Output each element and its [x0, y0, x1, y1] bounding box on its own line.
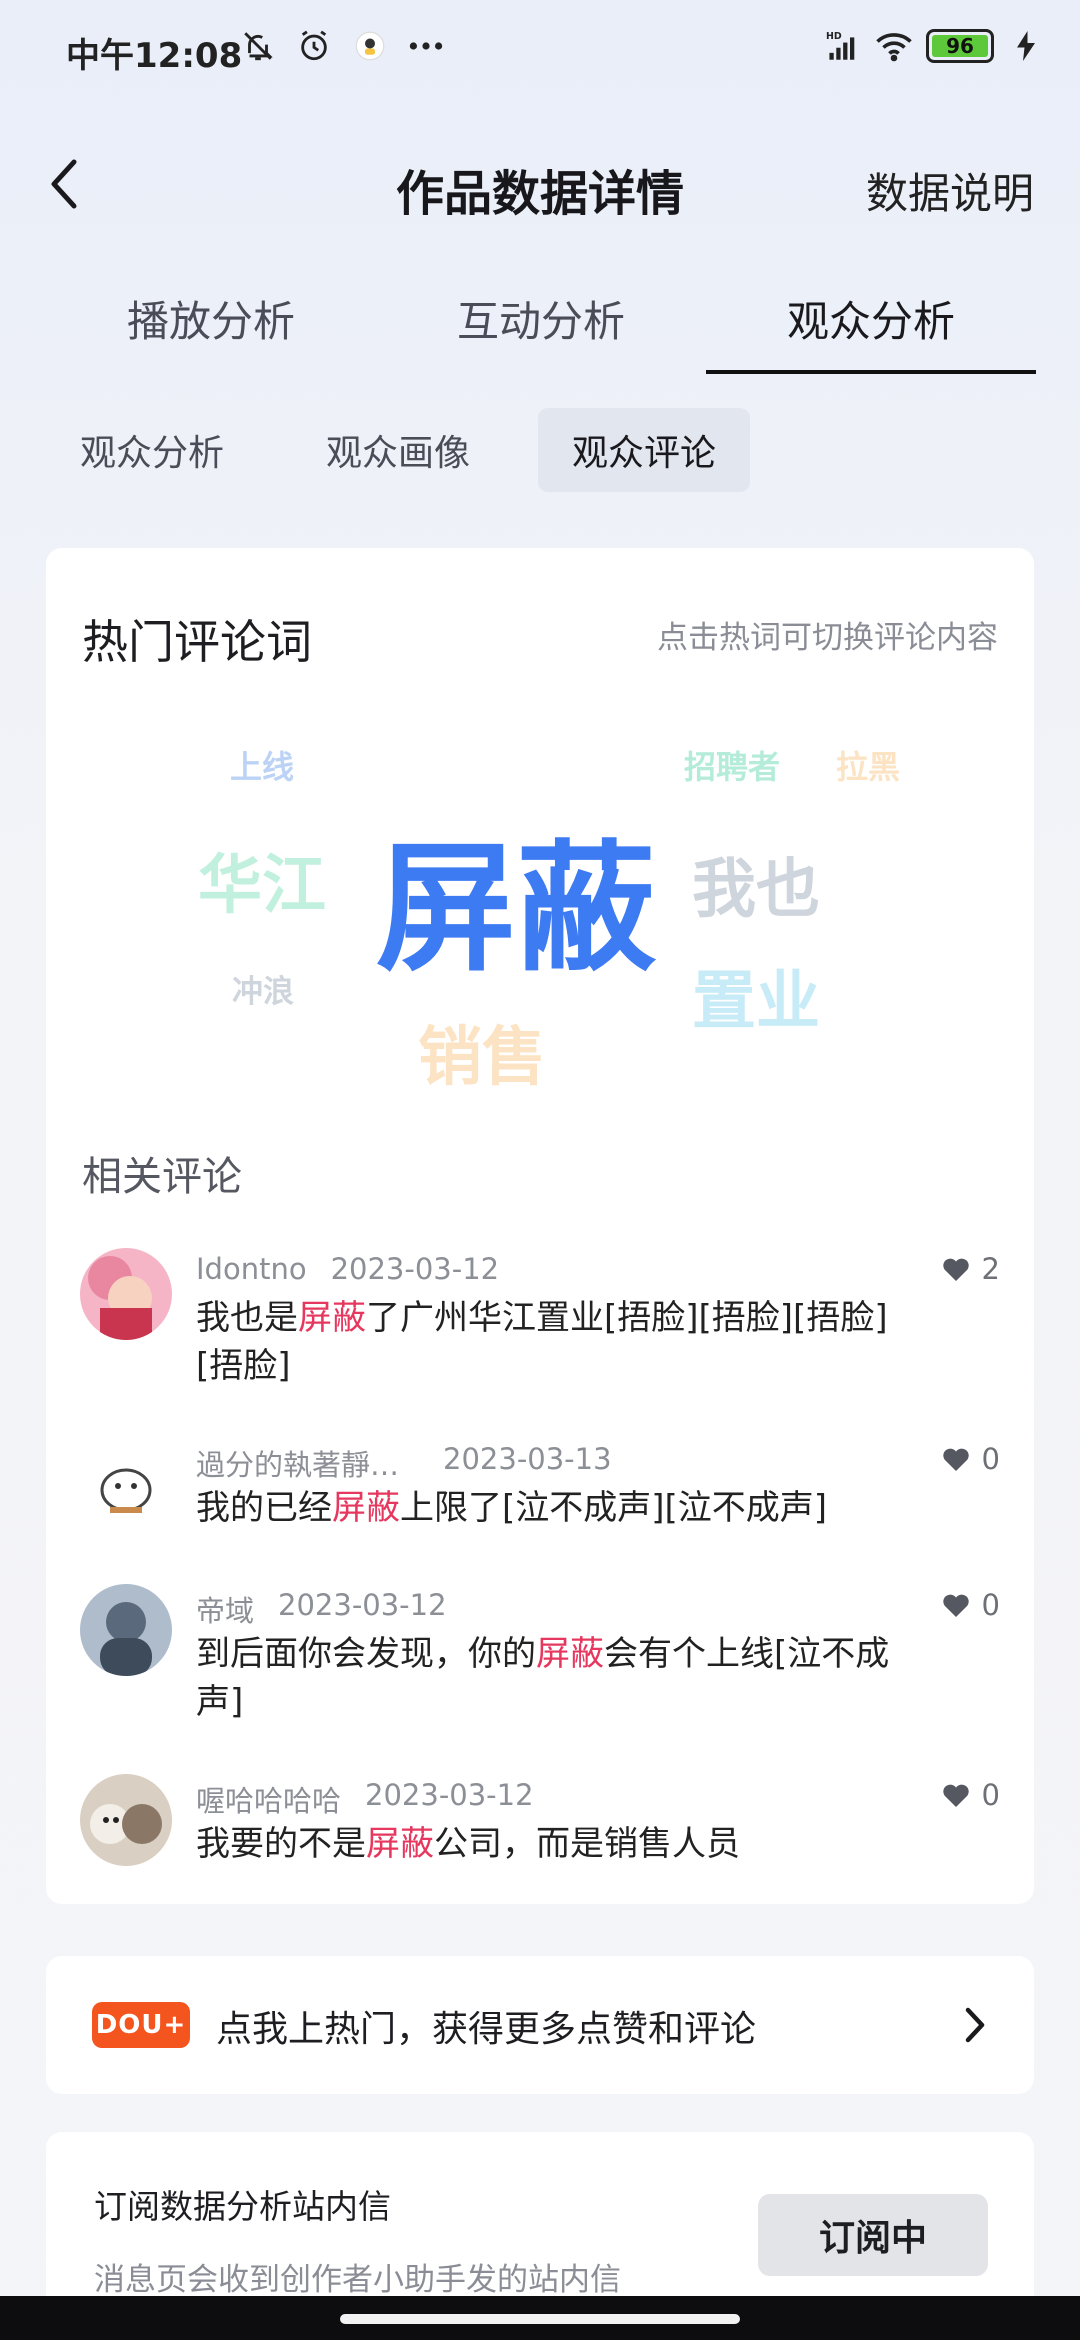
battery-indicator: 96	[926, 29, 994, 63]
heart-icon	[942, 1594, 969, 1617]
heart-icon	[942, 1784, 969, 1807]
dou-promo-card[interactable]: DOU+ 点我上热门，获得更多点赞和评论	[46, 1956, 1034, 2094]
subscribe-description: 消息页会收到创作者小助手发的站内信	[94, 2262, 621, 2298]
hot-words-hint: 点击热词可切换评论内容	[657, 620, 998, 656]
promo-text: 点我上热门，获得更多点赞和评论	[216, 2009, 757, 2050]
avatar[interactable]	[80, 1438, 172, 1530]
hot-word-lahei[interactable]: 拉黑	[836, 742, 900, 788]
home-indicator[interactable]	[340, 2314, 740, 2324]
top-header: 作品数据详情 数据说明	[0, 130, 1080, 240]
comment-text: 我要的不是屏蔽公司，而是销售人员	[196, 1824, 740, 1864]
like-count[interactable]: 0	[942, 1588, 1000, 1622]
comment-item[interactable]: 過分的執著靜… 2023-03-13 我的已经屏蔽上限了[泣不成声][泣不成声]…	[80, 1438, 1000, 1548]
comment-item[interactable]: Idontno 2023-03-12 我也是屏蔽了广州华江置业[捂脸][捂脸][…	[80, 1248, 1000, 1398]
alarm-icon	[296, 28, 332, 64]
comment-date: 2023-03-12	[365, 1778, 534, 1812]
status-notification-icons	[240, 28, 444, 64]
avatar[interactable]	[80, 1774, 172, 1866]
hot-word-xiaoshou[interactable]: 销售	[418, 1006, 546, 1098]
like-count[interactable]: 0	[942, 1442, 1000, 1476]
hot-word-chonglang[interactable]: 冲浪	[232, 966, 294, 1011]
comment-username[interactable]: Idontno	[196, 1252, 307, 1286]
like-count[interactable]: 2	[942, 1252, 1000, 1286]
comment-text: 到后面你会发现，你的屏蔽会有个上线[泣不成声]	[196, 1634, 890, 1722]
hot-comments-card: 热门评论词 点击热词可切换评论内容 上线 招聘者 拉黑 华江 屏蔽 我也 冲浪 …	[46, 548, 1034, 1904]
battery-level: 96	[932, 34, 988, 58]
active-tab-indicator	[706, 370, 1036, 374]
sub-tabs: 观众分析 观众画像 观众评论	[58, 408, 784, 492]
comment-date: 2023-03-12	[278, 1588, 447, 1622]
hot-words-title: 热门评论词	[82, 615, 312, 669]
highlight-keyword: 屏蔽	[332, 1488, 400, 1528]
hot-word-zhaopinzhe[interactable]: 招聘者	[684, 742, 780, 788]
bell-off-icon	[240, 28, 276, 64]
avatar[interactable]	[80, 1584, 172, 1676]
comment-text: 我的已经屏蔽上限了[泣不成声][泣不成声]	[196, 1488, 828, 1528]
hot-word-pingbi[interactable]: 屏蔽	[376, 796, 656, 998]
subtab-audience-comments[interactable]: 观众评论	[538, 408, 751, 492]
wifi-icon	[876, 28, 912, 64]
tab-playback-analysis[interactable]: 播放分析	[46, 288, 376, 349]
more-icon	[408, 28, 444, 64]
tab-interaction-analysis[interactable]: 互动分析	[376, 288, 706, 349]
subtab-audience-profile[interactable]: 观众画像	[292, 408, 504, 492]
signal-icon: HD	[826, 28, 862, 64]
like-count[interactable]: 0	[942, 1778, 1000, 1812]
hot-word-huajiang[interactable]: 华江	[198, 834, 326, 926]
highlight-keyword: 屏蔽	[366, 1824, 434, 1864]
highlight-keyword: 屏蔽	[536, 1634, 604, 1674]
hot-word-zhiye[interactable]: 置业	[692, 950, 820, 1042]
chevron-right-icon	[960, 2002, 990, 2048]
status-time: 中午12:08	[66, 36, 243, 76]
hot-word-shangxian[interactable]: 上线	[230, 742, 294, 788]
avatar[interactable]	[80, 1248, 172, 1340]
data-explanation-link[interactable]: 数据说明	[866, 160, 1034, 221]
comment-text: 我也是屏蔽了广州华江置业[捂脸][捂脸][捂脸][捂脸]	[196, 1298, 888, 1386]
comment-date: 2023-03-13	[443, 1442, 612, 1476]
comment-meta: 帝域 2023-03-12	[196, 1588, 447, 1630]
comment-username[interactable]: 帝域	[196, 1588, 254, 1630]
heart-icon	[942, 1448, 969, 1471]
comment-meta: 喔哈哈哈哈 2023-03-12	[196, 1778, 534, 1820]
comment-item[interactable]: 帝域 2023-03-12 到后面你会发现，你的屏蔽会有个上线[泣不成声] 0	[80, 1584, 1000, 1734]
hot-word-woye[interactable]: 我也	[692, 838, 820, 930]
related-comments-title: 相关评论	[82, 1154, 242, 1200]
dou-plus-logo: DOU+	[92, 2002, 190, 2048]
subscribe-title: 订阅数据分析站内信	[94, 2187, 391, 2226]
comment-item[interactable]: 喔哈哈哈哈 2023-03-12 我要的不是屏蔽公司，而是销售人员 0	[80, 1774, 1000, 1884]
comment-meta: Idontno 2023-03-12	[196, 1252, 499, 1286]
comment-meta: 過分的執著靜… 2023-03-13	[196, 1442, 612, 1484]
charging-icon	[1008, 28, 1044, 64]
comment-date: 2023-03-12	[330, 1252, 500, 1286]
main-tabs: 播放分析 互动分析 观众分析	[0, 278, 1080, 378]
subtab-audience-analysis[interactable]: 观众分析	[58, 408, 258, 492]
comment-username[interactable]: 過分的執著靜…	[196, 1442, 399, 1484]
status-right: HD 96	[826, 28, 1044, 64]
status-bar: 中午12:08 HD 96	[0, 0, 1080, 100]
system-navigation-bar	[0, 2296, 1080, 2340]
highlight-keyword: 屏蔽	[298, 1298, 366, 1338]
svg-text:HD: HD	[826, 31, 842, 42]
comment-username[interactable]: 喔哈哈哈哈	[196, 1778, 341, 1820]
heart-icon	[942, 1258, 969, 1281]
subscribe-button[interactable]: 订阅中	[758, 2194, 988, 2276]
app-notification-icon	[352, 28, 388, 64]
tab-audience-analysis[interactable]: 观众分析	[706, 288, 1036, 349]
